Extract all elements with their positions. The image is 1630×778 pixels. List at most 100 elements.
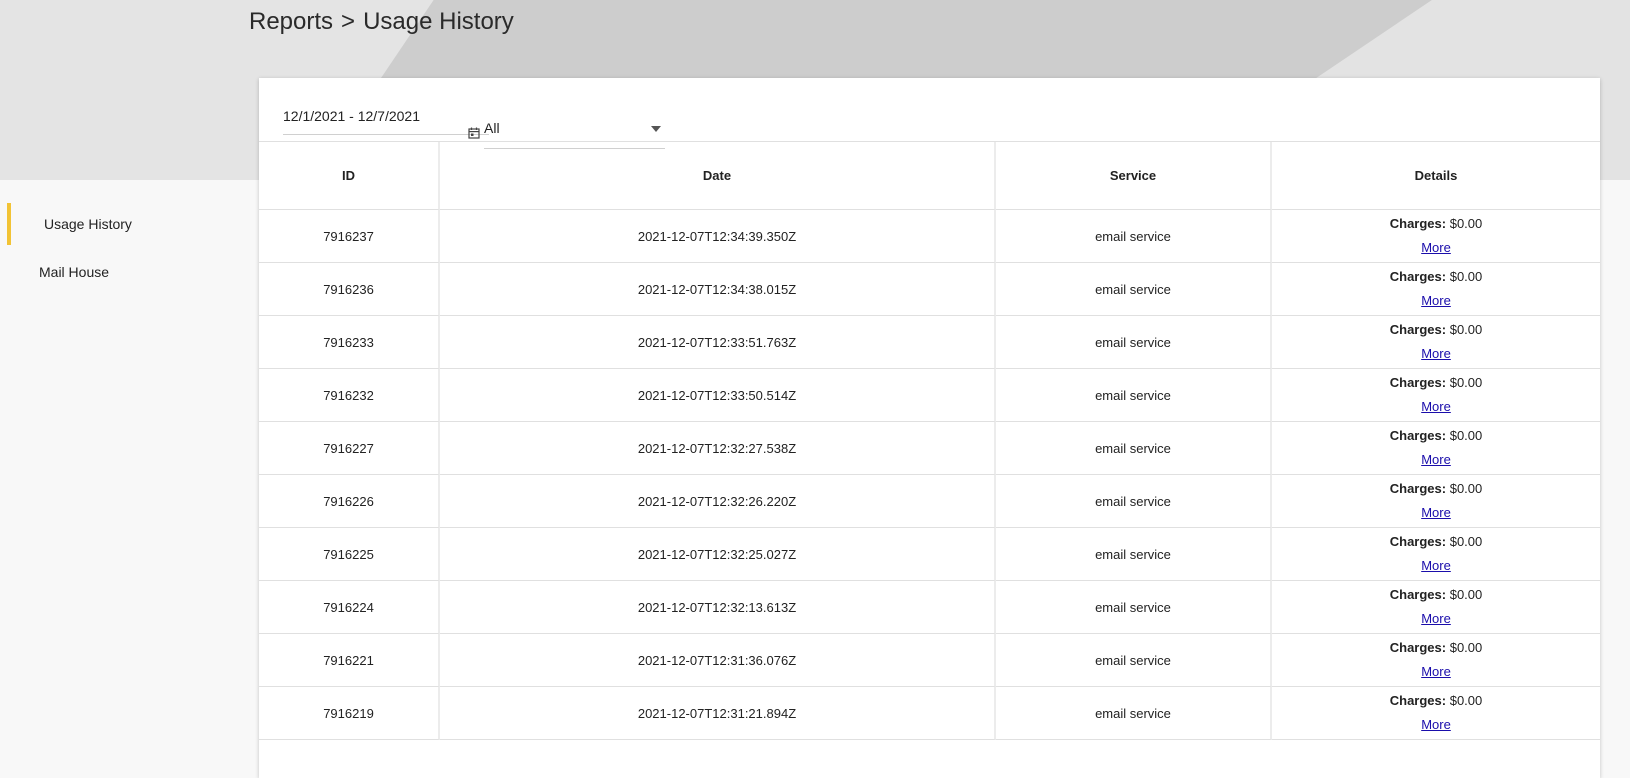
- cell-details: Charges: $0.00 More: [1272, 316, 1600, 369]
- table-row: 7916227 2021-12-07T12:32:27.538Z email ser…: [259, 422, 1600, 475]
- cell-id: 7916227: [259, 422, 440, 475]
- more-link[interactable]: More: [1421, 293, 1451, 309]
- charges-label: Charges:: [1389, 375, 1447, 390]
- date-range-input[interactable]: 12/1/2021 - 12/7/2021: [283, 108, 489, 135]
- charges-line: Charges: $0.00: [1272, 216, 1600, 232]
- more-link[interactable]: More: [1421, 240, 1451, 256]
- charges-value: $0.00: [1449, 428, 1483, 443]
- cell-details: Charges: $0.00 More: [1272, 687, 1600, 740]
- charges-line: Charges: $0.00: [1272, 481, 1600, 497]
- charges-line: Charges: $0.00: [1272, 269, 1600, 285]
- usage-table: ID Date Service Details 7916237 2021-12-0…: [259, 142, 1600, 740]
- cell-date: 2021-12-07T12:34:39.350Z: [440, 210, 996, 263]
- cell-date: 2021-12-07T12:32:26.220Z: [440, 475, 996, 528]
- column-header-details[interactable]: Details: [1272, 142, 1600, 210]
- table-row: 7916225 2021-12-07T12:32:25.027Z email ser…: [259, 528, 1600, 581]
- cell-date: 2021-12-07T12:34:38.015Z: [440, 263, 996, 316]
- table-row: 7916226 2021-12-07T12:32:26.220Z email ser…: [259, 475, 1600, 528]
- service-filter-value: All: [484, 120, 500, 136]
- table-row: 7916237 2021-12-07T12:34:39.350Z email ser…: [259, 210, 1600, 263]
- cell-id: 7916233: [259, 316, 440, 369]
- cell-details: Charges: $0.00 More: [1272, 210, 1600, 263]
- more-link[interactable]: More: [1421, 346, 1451, 362]
- cell-id: 7916236: [259, 263, 440, 316]
- breadcrumb-parent[interactable]: Reports: [249, 8, 333, 35]
- column-header-id[interactable]: ID: [259, 142, 440, 210]
- charges-label: Charges:: [1389, 534, 1447, 549]
- charges-label: Charges:: [1389, 640, 1447, 655]
- chevron-down-icon: [651, 126, 661, 132]
- table-header-row: ID Date Service Details: [259, 142, 1600, 210]
- charges-value: $0.00: [1449, 640, 1483, 655]
- breadcrumb-separator: >: [341, 8, 356, 35]
- charges-value: $0.00: [1449, 534, 1483, 549]
- charges-line: Charges: $0.00: [1272, 375, 1600, 391]
- cell-id: 7916232: [259, 369, 440, 422]
- more-link[interactable]: More: [1421, 717, 1451, 733]
- charges-line: Charges: $0.00: [1272, 587, 1600, 603]
- charges-label: Charges:: [1389, 481, 1447, 496]
- service-filter-select[interactable]: All: [484, 120, 665, 149]
- charges-value: $0.00: [1449, 481, 1483, 496]
- cell-date: 2021-12-07T12:31:21.894Z: [440, 687, 996, 740]
- more-link[interactable]: More: [1421, 558, 1451, 574]
- table-row: 7916224 2021-12-07T12:32:13.613Z email ser…: [259, 581, 1600, 634]
- cell-service: email service: [996, 422, 1272, 475]
- charges-label: Charges:: [1389, 216, 1447, 231]
- more-link[interactable]: More: [1421, 611, 1451, 627]
- charges-value: $0.00: [1449, 587, 1483, 602]
- charges-label: Charges:: [1389, 322, 1447, 337]
- cell-id: 7916221: [259, 634, 440, 687]
- cell-date: 2021-12-07T12:32:25.027Z: [440, 528, 996, 581]
- cell-details: Charges: $0.00 More: [1272, 634, 1600, 687]
- cell-service: email service: [996, 210, 1272, 263]
- usage-card: 12/1/2021 - 12/7/2021 All ID Date Servic…: [259, 78, 1600, 778]
- charges-label: Charges:: [1389, 428, 1447, 443]
- column-header-service[interactable]: Service: [996, 142, 1272, 210]
- cell-date: 2021-12-07T12:32:13.613Z: [440, 581, 996, 634]
- cell-id: 7916225: [259, 528, 440, 581]
- cell-date: 2021-12-07T12:31:36.076Z: [440, 634, 996, 687]
- cell-details: Charges: $0.00 More: [1272, 528, 1600, 581]
- charges-line: Charges: $0.00: [1272, 322, 1600, 338]
- sidebar-item-usage-history[interactable]: Usage History: [0, 200, 250, 248]
- more-link[interactable]: More: [1421, 399, 1451, 415]
- charges-line: Charges: $0.00: [1272, 640, 1600, 656]
- charges-line: Charges: $0.00: [1272, 428, 1600, 444]
- calendar-icon[interactable]: [468, 127, 480, 139]
- more-link[interactable]: More: [1421, 505, 1451, 521]
- filter-bar: 12/1/2021 - 12/7/2021 All: [259, 78, 1600, 149]
- cell-id: 7916224: [259, 581, 440, 634]
- cell-service: email service: [996, 475, 1272, 528]
- more-link[interactable]: More: [1421, 452, 1451, 468]
- charges-value: $0.00: [1449, 269, 1483, 284]
- cell-date: 2021-12-07T12:33:50.514Z: [440, 369, 996, 422]
- sidebar-item-label: Usage History: [44, 216, 132, 232]
- more-link[interactable]: More: [1421, 664, 1451, 680]
- cell-id: 7916226: [259, 475, 440, 528]
- charges-value: $0.00: [1449, 375, 1483, 390]
- charges-value: $0.00: [1449, 216, 1483, 231]
- cell-service: email service: [996, 369, 1272, 422]
- charges-label: Charges:: [1389, 587, 1447, 602]
- cell-service: email service: [996, 634, 1272, 687]
- sidebar-item-mail-house[interactable]: Mail House: [0, 248, 250, 296]
- charges-label: Charges:: [1389, 269, 1447, 284]
- charges-label: Charges:: [1389, 693, 1447, 708]
- cell-date: 2021-12-07T12:33:51.763Z: [440, 316, 996, 369]
- cell-service: email service: [996, 316, 1272, 369]
- charges-line: Charges: $0.00: [1272, 534, 1600, 550]
- cell-details: Charges: $0.00 More: [1272, 422, 1600, 475]
- sidebar: Usage History Mail House: [0, 200, 250, 296]
- table-row: 7916221 2021-12-07T12:31:36.076Z email ser…: [259, 634, 1600, 687]
- charges-value: $0.00: [1449, 693, 1483, 708]
- breadcrumb-current: Usage History: [363, 8, 514, 35]
- cell-service: email service: [996, 528, 1272, 581]
- table-row: 7916233 2021-12-07T12:33:51.763Z email ser…: [259, 316, 1600, 369]
- cell-service: email service: [996, 581, 1272, 634]
- sidebar-item-label: Mail House: [39, 264, 110, 280]
- cell-details: Charges: $0.00 More: [1272, 581, 1600, 634]
- table-body: 7916237 2021-12-07T12:34:39.350Z email ser…: [259, 210, 1600, 740]
- column-header-date[interactable]: Date: [440, 142, 996, 210]
- cell-details: Charges: $0.00 More: [1272, 369, 1600, 422]
